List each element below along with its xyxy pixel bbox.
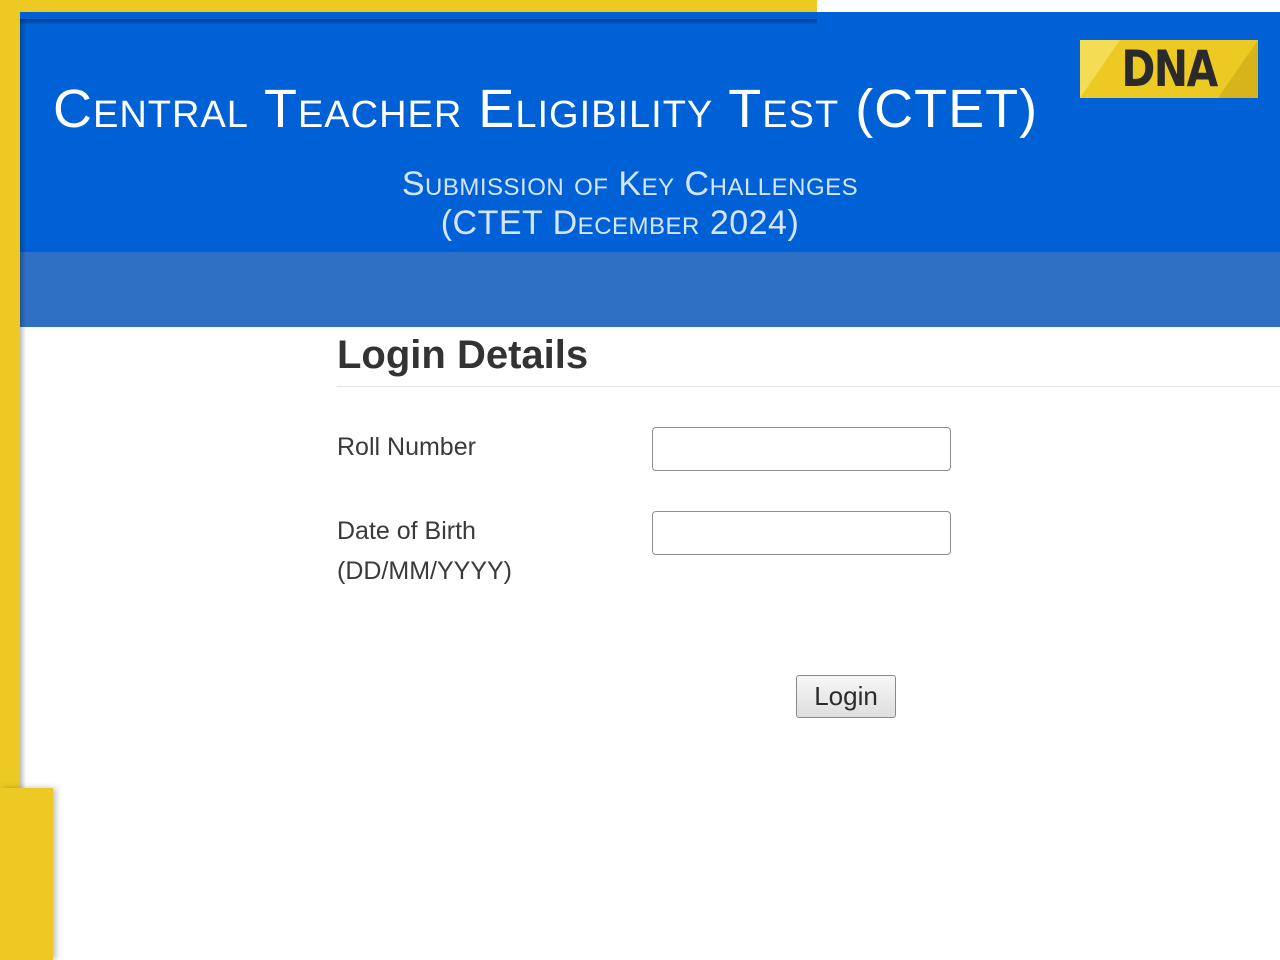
page-subtitle: Submission of Key Challenges: [401, 165, 859, 203]
navigation-bar: [20, 252, 1280, 327]
site-title: Central Teacher Eligibility Test (CTET): [53, 79, 1039, 139]
yellow-frame-left: [0, 0, 20, 790]
exam-session-subtitle: (CTET December 2024): [440, 204, 800, 242]
login-button[interactable]: Login: [796, 675, 896, 718]
dna-logo-text: DNA: [1121, 40, 1218, 98]
yellow-frame-left-shadow: [20, 19, 26, 790]
dna-logo: DNA: [1080, 40, 1258, 98]
top-right-background: [817, 0, 1280, 12]
yellow-frame-bottom-block: [0, 788, 53, 960]
heading-divider: [337, 386, 1280, 387]
date-format-hint: (DD/MM/YYYY): [337, 557, 512, 585]
roll-number-input[interactable]: [652, 427, 951, 471]
date-of-birth-input[interactable]: [652, 511, 951, 555]
yellow-frame-shadow: [0, 19, 817, 25]
login-heading: Login Details: [337, 333, 589, 377]
roll-number-label: Roll Number: [337, 433, 476, 461]
date-of-birth-label: Date of Birth: [337, 517, 476, 545]
